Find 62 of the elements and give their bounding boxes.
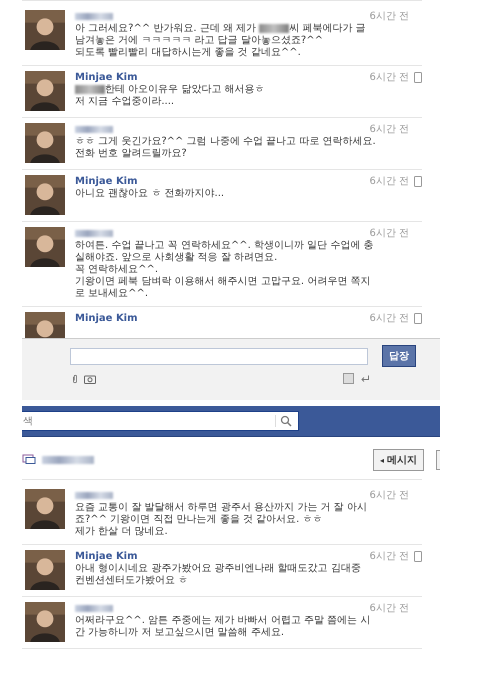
search-icon[interactable]	[275, 415, 292, 427]
blurred-name	[75, 12, 113, 20]
blurred-name	[42, 456, 94, 464]
avatar-icon	[25, 123, 65, 163]
blurred-name	[259, 24, 290, 33]
messages-icon	[22, 454, 36, 466]
blurred-name	[75, 492, 113, 498]
message-time: 6시간 전	[369, 175, 409, 188]
avatar-icon	[25, 227, 65, 267]
back-button[interactable]: ◂ 메시지	[372, 449, 424, 471]
avatar-icon	[25, 175, 65, 215]
avatar-icon	[25, 71, 65, 111]
message-text: 아 그러세요?^^ 반가워요. 근데 왜 제가	[75, 23, 258, 34]
author-name[interactable]: Minjae Kim	[75, 312, 138, 324]
search-placeholder: 색	[23, 415, 33, 428]
message-text: 저 지금 수업중이라....	[75, 96, 176, 108]
message-time: 6시간 전	[369, 10, 409, 23]
message-text: 실해야죠. 앞으로 사회생활 적응 잘 하려면요.	[75, 252, 278, 264]
author-name[interactable]: Minjae Kim	[75, 72, 138, 82]
search-field[interactable]: 색	[22, 411, 299, 431]
message-text: 요즘 교통이 잘 발달해서 하루면 광주서 용산까지 가는 거 잘 아시	[75, 502, 368, 514]
message-text: 하여튼. 수업 끝나고 꼭 연락하세요^^. 학생이니까 일단 수업에 충	[75, 240, 375, 252]
message-text: 간 가능하니까 저 보고싶으시면 말씀해 주세요.	[75, 627, 286, 639]
message-time: 6시간 전	[369, 489, 409, 502]
message-time: 6시간 전	[369, 123, 409, 136]
enter-checkbox[interactable]	[343, 373, 354, 384]
message-time: 6시간 전	[369, 550, 409, 563]
message-text: 씨 페북에다가 글	[289, 23, 366, 34]
reply-field[interactable]	[70, 348, 368, 364]
reply-button[interactable]: 답장	[382, 345, 416, 367]
message-text: 꼭 연락하세요^^.	[75, 264, 160, 276]
camera-icon[interactable]	[84, 374, 96, 384]
message-text: 되도록 빨리빨리 대답하시는게 좋을 것 같네요^^.	[75, 47, 302, 59]
message-text: 컨벤션센터도가봤어요 ㅎ	[75, 575, 190, 587]
message-text: 죠?^^ 기왕이면 직접 만나는게 좋을 것 같아서요. ㅎㅎ	[75, 514, 324, 526]
message-text: ㅎㅎ 그게 웃긴가요?^^ 그럼 나중에 수업 끝나고 따로 연락하세요.	[75, 136, 377, 148]
message-time: 6시간 전	[369, 227, 409, 240]
blurred-name	[75, 604, 113, 612]
message-text: 남겨놓은 거에 ㅋㅋㅋㅋㅋ 라고 답글 달아놓으셨죠?^^	[75, 35, 324, 47]
author-name[interactable]: Minjae Kim	[75, 550, 138, 562]
message-time: 6시간 전	[369, 602, 409, 615]
blurred-name	[75, 126, 113, 132]
message-text: 한테 아오이유우 닮았다고 해서용ㅎ	[105, 84, 265, 95]
message-text: 아니요 괜찮아요 ㅎ 전화까지야...	[75, 188, 226, 200]
avatar-icon	[25, 489, 65, 529]
avatar-icon	[25, 550, 65, 590]
message-text: 기왕이면 페북 담벼락 이용해서 해주시면 고맙구요. 어려우면 쪽지	[75, 276, 372, 288]
return-icon	[360, 374, 370, 382]
message-text: 전화 번호 알려드릴까요?	[75, 148, 188, 160]
message-time: 6시간 전	[369, 312, 409, 325]
blurred-name	[75, 230, 113, 236]
avatar-icon	[25, 10, 65, 50]
message-time: 6시간 전	[369, 71, 409, 84]
message-text: 아내 형이시네요 광주가봤어요 광주비엔나래 할때도갔고 김대중	[75, 563, 362, 575]
author-name[interactable]: Minjae Kim	[75, 176, 138, 186]
message-text: 어쩌라구요^^. 암튼 주중에는 제가 바빠서 어렵고 주말 쯤에는 시	[75, 615, 372, 627]
message-text: 제가 한살 더 많네요.	[75, 526, 169, 538]
message-text: 로 보내세요^^.	[75, 288, 150, 300]
avatar-icon	[25, 602, 65, 642]
blurred-name	[75, 84, 105, 94]
paperclip-icon[interactable]	[72, 374, 78, 384]
cut-button[interactable]	[436, 450, 440, 470]
